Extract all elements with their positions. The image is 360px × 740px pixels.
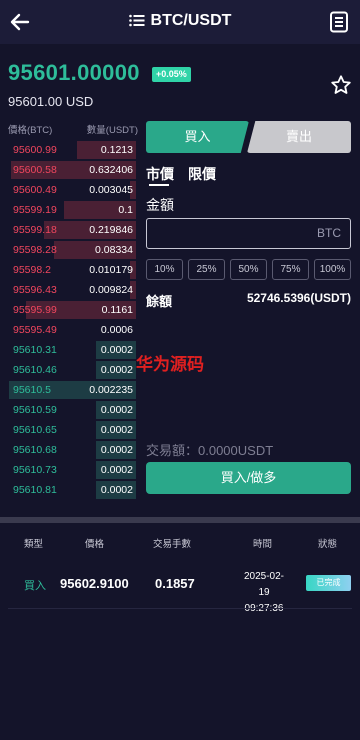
orderbook-price: 95600.99: [13, 144, 57, 156]
orderbook-price: 95610.68: [13, 444, 57, 456]
orderbook-row-buy[interactable]: 95610.31 0.0002: [8, 340, 136, 360]
percent-button-100[interactable]: 100%: [314, 259, 351, 280]
orderbook-price: 95599.19: [13, 204, 57, 216]
orderbook-price: 95599.18: [13, 224, 57, 236]
orderbook-qty: 0.0002: [100, 344, 133, 356]
buy-long-button[interactable]: 買入/做多: [146, 462, 351, 494]
header: BTC/USDT: [0, 0, 360, 44]
history-header-fee: 交易手數: [153, 539, 192, 550]
tab-sell[interactable]: 賣出: [247, 121, 351, 153]
orderbook-price: 95610.46: [13, 364, 57, 376]
orderbook-qty: 0.632406: [89, 164, 133, 176]
orderbook-price-header: 價格(BTC): [8, 125, 53, 136]
order-type-limit[interactable]: 限價: [188, 164, 216, 184]
amount-label: 金額: [146, 197, 174, 213]
balance-label: 餘額: [146, 294, 173, 309]
percent-button-10[interactable]: 10%: [146, 259, 183, 280]
order-type-market[interactable]: 市價: [146, 164, 174, 184]
orderbook-price: 95600.49: [13, 184, 57, 196]
page-title[interactable]: BTC/USDT: [0, 12, 360, 30]
orderbook-qty: 0.0002: [100, 364, 133, 376]
tab-buy[interactable]: 買入: [146, 121, 249, 153]
history-header-price: 價格: [85, 539, 105, 550]
orderbook-qty: 0.1161: [101, 304, 133, 316]
orderbook-row-sell[interactable]: 95599.19 0.1: [8, 200, 136, 220]
orderbook-qty: 0.0006: [100, 324, 133, 336]
section-divider: [0, 517, 360, 523]
history-header-time: 時間: [253, 539, 273, 550]
order-type-underline: [149, 184, 169, 186]
orderbook-row-buy[interactable]: 95610.46 0.0002: [8, 360, 136, 380]
orderbook-qty: 0.1: [118, 204, 133, 216]
price-usd: 95601.00 USD: [8, 94, 94, 109]
orderbook-qty: 0.1213: [100, 144, 133, 156]
orderbook-qty: 0.0002: [100, 404, 133, 416]
orderbook-price: 95610.73: [13, 464, 57, 476]
document-icon[interactable]: [328, 10, 350, 34]
percent-button-75[interactable]: 75%: [272, 259, 309, 280]
price-change-badge: +0.05%: [152, 67, 191, 82]
orderbook-row-sell[interactable]: 95595.99 0.1161: [8, 300, 136, 320]
orderbook-row-buy[interactable]: 95610.65 0.0002: [8, 420, 136, 440]
orderbook-row-buy[interactable]: 95610.73 0.0002: [8, 460, 136, 480]
orderbook-row-buy[interactable]: 95610.59 0.0002: [8, 400, 136, 420]
orderbook-price: 95595.49: [13, 324, 57, 336]
orderbook-row-buy[interactable]: 95610.81 0.0002: [8, 480, 136, 500]
history-row-date-text: 2025-02-19: [243, 571, 285, 598]
trade-amount: 交易額：0.0000USDT: [146, 443, 274, 458]
orderbook-price: 95610.81: [13, 484, 57, 496]
status-badge: 已完成: [306, 575, 351, 591]
history-row-type: 買入: [24, 580, 46, 592]
orderbook-qty: 0.0002: [100, 424, 133, 436]
orderbook-price: 95596.43: [13, 284, 57, 296]
percent-button-50[interactable]: 50%: [230, 259, 267, 280]
history-row-fee: 0.1857: [155, 576, 195, 591]
orderbook-row-buy[interactable]: 95610.68 0.0002: [8, 440, 136, 460]
orderbook-row-sell[interactable]: 95598.28 0.08334: [8, 240, 136, 260]
star-icon[interactable]: [330, 74, 352, 96]
orderbook-qty: 0.0002: [100, 444, 133, 456]
balance-value: 52746.5396(USDT): [246, 291, 351, 305]
orderbook-qty: 0.219846: [89, 224, 133, 236]
history-row-price: 95602.9100: [60, 576, 129, 591]
orderbook: 95600.99 0.1213 95600.58 0.632406 95600.49 0.…: [8, 140, 136, 500]
orderbook-row-sell[interactable]: 95598.2 0.010179: [8, 260, 136, 280]
orderbook-qty: 0.002235: [89, 384, 133, 396]
amount-unit: BTC: [317, 226, 341, 240]
orderbook-qty-header: 數量(USDT): [86, 125, 138, 136]
watermark-text: 华为源码: [136, 355, 204, 374]
orderbook-qty: 0.009824: [89, 284, 133, 296]
history-header-status: 狀態: [318, 539, 338, 550]
orderbook-qty: 0.0002: [100, 464, 133, 476]
history-row-time: 2025-02-19 09:27:36: [240, 569, 288, 617]
orderbook-row-sell[interactable]: 95596.43 0.009824: [8, 280, 136, 300]
orderbook-price: 95595.99: [13, 304, 57, 316]
orderbook-price: 95598.2: [13, 264, 51, 276]
percent-button-25[interactable]: 25%: [188, 259, 225, 280]
orderbook-row-sell[interactable]: 95600.99 0.1213: [8, 140, 136, 160]
orderbook-qty: 0.010179: [89, 264, 133, 276]
orderbook-price: 95610.65: [13, 424, 57, 436]
orderbook-qty: 0.0002: [100, 484, 133, 496]
history-header-type: 類型: [24, 539, 44, 550]
orderbook-row-buy[interactable]: 95610.5 0.002235: [8, 380, 136, 400]
orderbook-row-sell[interactable]: 95599.18 0.219846: [8, 220, 136, 240]
orderbook-row-sell[interactable]: 95600.49 0.003045: [8, 180, 136, 200]
list-icon: [128, 14, 145, 27]
orderbook-row-sell[interactable]: 95600.58 0.632406: [8, 160, 136, 180]
orderbook-qty: 0.003045: [89, 184, 133, 196]
orderbook-qty: 0.08334: [95, 244, 133, 256]
history-row-time-text: 09:27:36: [240, 601, 288, 617]
history-row-divider: [8, 608, 352, 609]
orderbook-price: 95600.58: [13, 164, 57, 176]
orderbook-price: 95610.31: [13, 344, 57, 356]
orderbook-row-sell[interactable]: 95595.49 0.0006: [8, 320, 136, 340]
orderbook-price: 95598.28: [13, 244, 57, 256]
page-title-text: BTC/USDT: [150, 12, 232, 29]
last-price: 95601.00000: [8, 60, 140, 85]
orderbook-price: 95610.59: [13, 404, 57, 416]
orderbook-price: 95610.5: [13, 384, 51, 396]
